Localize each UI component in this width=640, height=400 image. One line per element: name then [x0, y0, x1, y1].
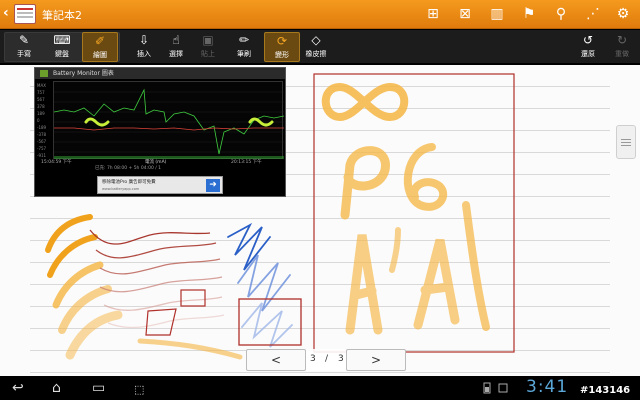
handwrite-icon: ✎	[18, 33, 30, 47]
home-icon[interactable]: ⌂	[52, 379, 61, 397]
tool-bar: ✎ 手寫 ⌨ 鍵盤 ✐ 繪圖 ⇩ 插入 ☝ 選擇 ▣ 貼上 ✏ 筆刷 ⟳ 變形 …	[0, 30, 640, 64]
clock: 3:41	[526, 377, 569, 397]
brush-icon: ✏	[238, 33, 250, 47]
redo-icon: ↻	[616, 33, 628, 47]
page-separator: /	[325, 354, 329, 364]
undo-icon: ↺	[582, 33, 594, 47]
keyboard-icon: ⌨	[53, 33, 71, 47]
bookmark-icon[interactable]: ⚑	[520, 5, 538, 23]
search-icon[interactable]: ⚲	[552, 5, 570, 23]
handwrite-mode-button[interactable]: ✎ 手寫	[6, 32, 42, 62]
recent-apps-icon[interactable]: ▭	[92, 379, 105, 397]
shape-icon: ⟳	[276, 34, 288, 48]
brush-button[interactable]: ✏ 筆刷	[226, 32, 262, 62]
total-pages: 3	[338, 354, 344, 364]
select-icon: ☝	[172, 33, 180, 47]
book-icon[interactable]: ▥	[488, 5, 506, 23]
redo-button[interactable]: ↻ 重做	[604, 32, 640, 62]
new-page-icon[interactable]: ⊞	[424, 5, 442, 23]
note-canvas[interactable]: Battery Monitor 圖表 MAX 757 567 378 189 0 -1…	[0, 65, 640, 376]
back-icon[interactable]: ↩	[12, 379, 24, 397]
select-button[interactable]: ☝ 選擇	[158, 32, 194, 62]
paste-button[interactable]: ▣ 貼上	[190, 32, 226, 62]
watermark: #143146	[580, 385, 631, 396]
page-navigator: < 3 / 3 >	[246, 349, 406, 371]
back-icon[interactable]: ‹	[3, 5, 9, 21]
infinity-stroke	[321, 82, 409, 122]
image-icon	[498, 383, 508, 393]
prev-page-button[interactable]: <	[246, 349, 306, 371]
insert-icon: ⇩	[138, 33, 150, 47]
next-page-button[interactable]: >	[346, 349, 406, 371]
paste-icon: ▣	[202, 33, 214, 47]
system-nav-bar: ↩ ⌂ ▭ ⬚ 3:41 #143146	[0, 376, 640, 400]
delete-page-icon[interactable]: ⊠	[456, 5, 474, 23]
side-scroll-handle[interactable]	[616, 125, 636, 159]
shape-button[interactable]: ⟳ 變形	[264, 32, 300, 62]
share-icon[interactable]: ⋰	[584, 5, 602, 23]
draw-mode-button[interactable]: ✐ 繪圖	[82, 32, 118, 62]
screenshot-icon[interactable]: ⬚	[134, 381, 144, 399]
undo-button[interactable]: ↺ 還原	[570, 32, 606, 62]
battery-icon	[483, 382, 491, 394]
notebook-app-icon[interactable]	[14, 4, 36, 24]
current-page: 3	[310, 354, 316, 364]
title-bar: ‹ 筆記本2 ⊞ ⊠ ▥ ⚑ ⚲ ⋰ ⚙	[0, 0, 640, 29]
keyboard-mode-button[interactable]: ⌨ 鍵盤	[44, 32, 80, 62]
ink-layer	[45, 73, 515, 360]
insert-button[interactable]: ⇩ 插入	[126, 32, 162, 62]
eraser-icon: ◇	[311, 33, 321, 47]
eraser-button[interactable]: ◇ 橡皮擦	[298, 32, 334, 62]
draw-icon: ✐	[94, 34, 106, 48]
notebook-title[interactable]: 筆記本2	[42, 7, 82, 23]
settings-icon[interactable]: ⚙	[614, 5, 632, 23]
